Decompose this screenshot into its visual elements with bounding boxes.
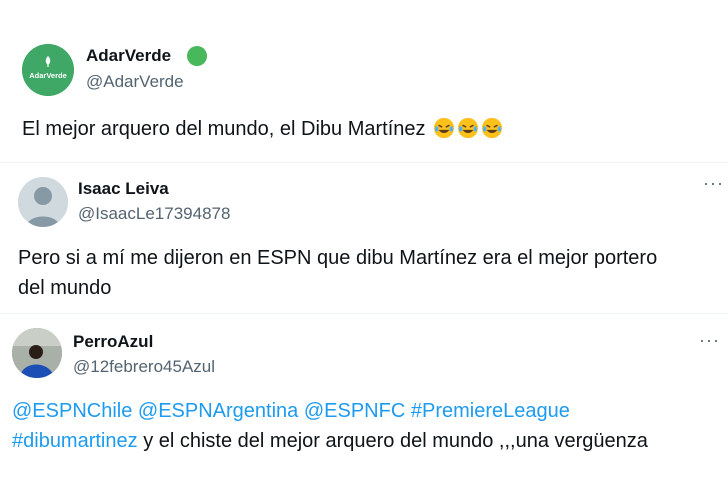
mention-link[interactable]: @ESPNFC — [304, 400, 405, 422]
rolling-laughing-emoji-icon — [482, 117, 503, 139]
avatar[interactable] — [18, 177, 68, 227]
hashtag-link[interactable]: #PremiereLeague — [411, 400, 570, 422]
profile-photo-icon — [12, 328, 62, 378]
adarverde-logo-icon: AdarVerde — [22, 44, 74, 96]
tweet-text: El mejor arquero del mundo, el Dibu Mart… — [22, 114, 503, 144]
author-handle[interactable]: @12febrero45Azul — [73, 357, 215, 377]
more-options-icon[interactable]: ··· — [699, 330, 720, 351]
tweet-body: El mejor arquero del mundo, el Dibu Mart… — [22, 118, 426, 140]
tweet-text: @ESPNChile @ESPNArgentina @ESPNFC #Premi… — [12, 396, 724, 456]
mention-link[interactable]: @ESPNChile — [12, 400, 132, 422]
rolling-laughing-emoji-icon — [434, 117, 455, 139]
author-handle[interactable]: @IsaacLe17394878 — [78, 204, 230, 224]
tweet-text-line: del mundo — [18, 277, 112, 299]
tweet-isaac-leiva: Isaac Leiva @IsaacLe17394878 ··· Pero si… — [0, 163, 728, 313]
tweet-text: Pero si a mí me dijeron en ESPN que dibu… — [18, 243, 718, 303]
author-name[interactable]: PerroAzul — [73, 332, 153, 352]
more-options-icon[interactable]: ··· — [703, 173, 724, 194]
author-name[interactable]: Isaac Leiva — [78, 179, 169, 199]
laughing-emoji-group — [431, 117, 503, 140]
avatar[interactable] — [12, 328, 62, 378]
avatar-logo-text: AdarVerde — [29, 71, 67, 80]
verified-badge-icon — [187, 46, 207, 66]
rolling-laughing-emoji-icon — [458, 117, 479, 139]
tweet-body: y el chiste del mejor arquero del mundo … — [143, 430, 648, 452]
avatar[interactable]: AdarVerde — [22, 44, 74, 96]
default-user-icon — [18, 177, 68, 227]
mention-link[interactable]: @ESPNArgentina — [138, 400, 298, 422]
tweet-adarverde: AdarVerde AdarVerde @AdarVerde El mejor … — [0, 0, 728, 160]
tweet-text-line: Pero si a mí me dijeron en ESPN que dibu… — [18, 247, 658, 269]
author-name[interactable]: AdarVerde — [86, 46, 171, 66]
author-handle[interactable]: @AdarVerde — [86, 72, 184, 92]
hashtag-link[interactable]: #dibumartinez — [12, 430, 138, 452]
tweet-perroazul: PerroAzul @12febrero45Azul ··· @ESPNChil… — [0, 314, 728, 488]
